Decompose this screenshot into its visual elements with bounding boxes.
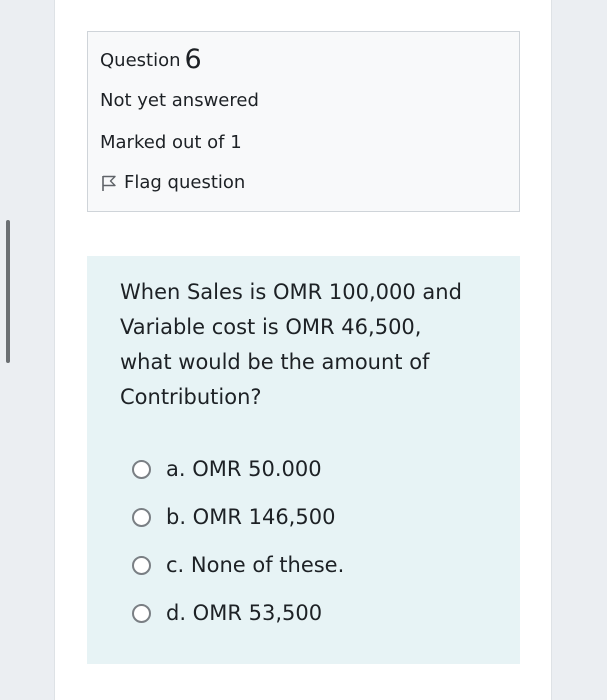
question-heading: Question 6 [100,44,202,75]
question-info-box: Question 6 Not yet answered Marked out of… [87,31,520,212]
flag-question-label: Flag question [124,172,246,193]
answer-label-c: c. None of these. [166,553,345,577]
answer-label-a: a. OMR 50.000 [166,457,322,481]
radio-button-a[interactable] [132,459,151,479]
radio-button-c[interactable] [132,555,151,575]
flag-icon [102,175,116,191]
radio-button-d[interactable] [132,603,151,623]
question-label: Question [100,50,181,71]
scrollbar-thumb[interactable] [6,220,10,363]
answer-option-b[interactable]: b. OMR 146,500 [132,505,335,529]
answer-label-b: b. OMR 146,500 [166,505,336,529]
flag-question-link[interactable]: Flag question [100,172,245,193]
answer-option-a[interactable]: a. OMR 50.000 [132,457,322,481]
answer-option-d[interactable]: d. OMR 53,500 [132,601,322,625]
question-number: 6 [184,44,202,75]
question-text: When Sales is OMR 100,000 and Variable c… [120,280,462,409]
question-grade: Marked out of 1 [100,132,242,153]
answer-label-d: d. OMR 53,500 [166,601,323,625]
answer-option-c[interactable]: c. None of these. [132,553,344,577]
radio-button-b[interactable] [132,507,151,527]
quiz-page: Question 6 Not yet answered Marked out of… [54,0,552,700]
question-formulation: When Sales is OMR 100,000 and Variable c… [87,256,520,664]
question-state: Not yet answered [100,90,259,111]
